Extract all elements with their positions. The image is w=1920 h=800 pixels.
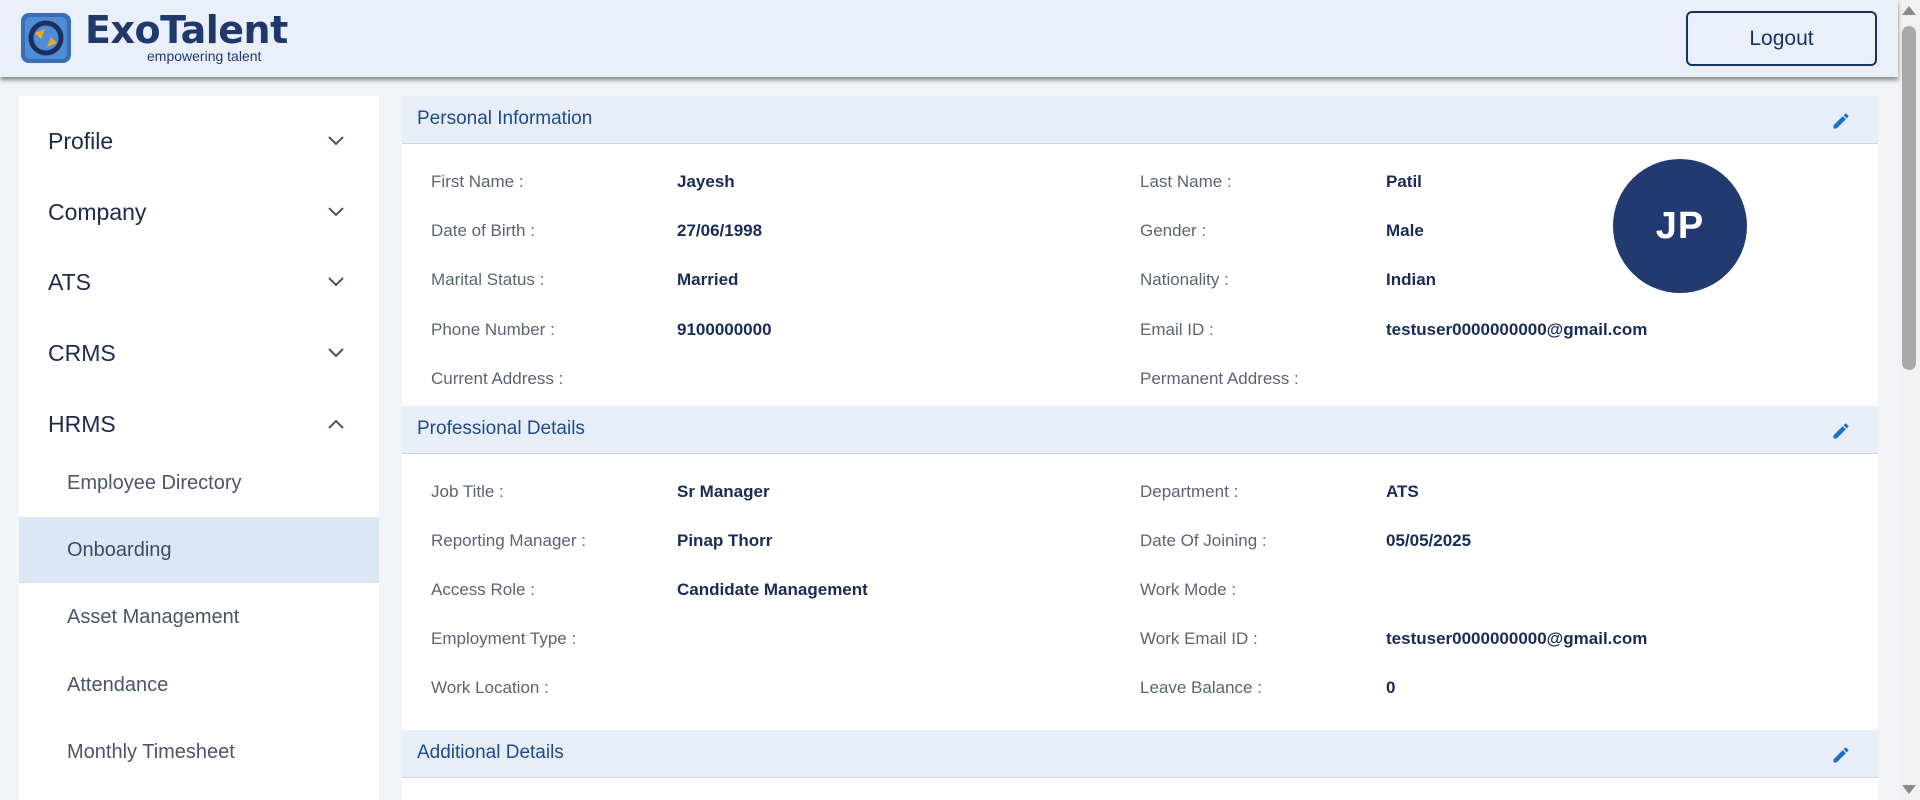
pencil-icon[interactable] (1831, 111, 1851, 131)
pencil-icon[interactable] (1831, 745, 1851, 765)
dob-label: Date of Birth : (431, 221, 535, 240)
email-value: testuser0000000000@gmail.com (1386, 320, 1648, 339)
chevron-down-icon (328, 207, 344, 217)
sidebar-nav: Profile Company ATS CRMS HRMS Employee D… (19, 96, 379, 800)
sidebar-item-profile[interactable]: Profile (19, 111, 379, 171)
dob-value: 27/06/1998 (677, 221, 763, 240)
employment-type-label: Employment Type : (431, 629, 577, 648)
marital-status-label: Marital Status : (431, 270, 545, 289)
leave-balance-value: 0 (1386, 678, 1396, 697)
brand-name: ExoTalent (85, 8, 288, 52)
sidebar-item-company[interactable]: Company (19, 182, 379, 242)
access-role-value: Candidate Management (677, 580, 868, 599)
department-value: ATS (1386, 482, 1419, 501)
sidebar-item-label: CRMS (48, 339, 116, 366)
work-mode-label: Work Mode : (1140, 580, 1237, 599)
work-email-label: Work Email ID : (1140, 629, 1258, 648)
last-name-value: Patil (1386, 172, 1422, 191)
sidebar-item-label: Profile (48, 127, 114, 154)
sidebar-subitem-label: Onboarding (67, 538, 172, 561)
sidebar-subitem-onboarding[interactable]: Onboarding (19, 517, 379, 583)
sidebar-subitem-asset-management[interactable]: Asset Management (19, 584, 379, 650)
first-name-label: First Name : (431, 172, 524, 191)
brand-tagline: empowering talent (147, 48, 262, 64)
page-scrollbar[interactable] (1898, 0, 1920, 800)
date-of-joining-value: 05/05/2025 (1386, 531, 1472, 550)
sidebar-item-label: ATS (48, 268, 92, 295)
brand[interactable]: ExoTalent empowering talent (85, 8, 288, 64)
sidebar-subitem-employee-directory[interactable]: Employee Directory (19, 450, 379, 516)
additional-details-header: Additional Details (402, 730, 1878, 778)
email-label: Email ID : (1140, 320, 1214, 339)
employee-details-panel: Personal Information First Name : Jayesh… (402, 96, 1878, 800)
sidebar-item-ats[interactable]: ATS (19, 252, 379, 312)
scroll-down-arrow-icon[interactable] (1902, 785, 1916, 794)
avatar: JP (1613, 159, 1747, 293)
job-title-value: Sr Manager (677, 482, 770, 501)
scroll-up-arrow-icon[interactable] (1902, 6, 1916, 15)
current-address-label: Current Address : (431, 369, 564, 388)
date-of-joining-label: Date Of Joining : (1140, 531, 1267, 550)
leave-balance-label: Leave Balance : (1140, 678, 1262, 697)
avatar-initials: JP (1655, 204, 1705, 247)
department-label: Department : (1140, 482, 1239, 501)
reporting-manager-value: Pinap Thorr (677, 531, 773, 550)
gender-value: Male (1386, 221, 1424, 240)
job-title-label: Job Title : (431, 482, 504, 501)
chevron-up-icon (328, 419, 344, 429)
chevron-down-icon (328, 277, 344, 287)
gender-label: Gender : (1140, 221, 1207, 240)
marital-status-value: Married (677, 270, 739, 289)
section-title: Professional Details (417, 418, 585, 439)
reporting-manager-label: Reporting Manager : (431, 531, 586, 550)
pencil-icon[interactable] (1831, 421, 1851, 441)
sidebar-subitem-attendance[interactable]: Attendance (19, 652, 379, 718)
scroll-thumb[interactable] (1902, 26, 1916, 370)
nationality-value: Indian (1386, 270, 1437, 289)
chevron-down-icon (328, 136, 344, 146)
phone-value: 9100000000 (677, 320, 772, 339)
work-location-label: Work Location : (431, 678, 549, 697)
first-name-value: Jayesh (677, 172, 735, 191)
exotalent-logo-icon (21, 13, 71, 63)
section-title: Additional Details (417, 742, 564, 763)
chevron-down-icon (328, 348, 344, 358)
sidebar-item-crms[interactable]: CRMS (19, 323, 379, 383)
top-header: ExoTalent empowering talent Logout (0, 0, 1898, 77)
work-email-value: testuser0000000000@gmail.com (1386, 629, 1648, 648)
section-title: Personal Information (417, 108, 593, 129)
sidebar-subitem-label: Monthly Timesheet (67, 740, 235, 763)
last-name-label: Last Name : (1140, 172, 1232, 191)
permanent-address-label: Permanent Address : (1140, 369, 1299, 388)
sidebar-item-hrms[interactable]: HRMS (19, 394, 379, 454)
sidebar-item-label: Company (48, 198, 147, 225)
sidebar-subitem-label: Asset Management (67, 605, 240, 628)
logout-button[interactable]: Logout (1686, 11, 1877, 66)
sidebar-subitem-monthly-timesheet[interactable]: Monthly Timesheet (19, 719, 379, 785)
nationality-label: Nationality : (1140, 270, 1229, 289)
sidebar-subitem-label: Employee Directory (67, 471, 242, 494)
sidebar-item-label: HRMS (48, 410, 116, 437)
personal-info-header: Personal Information (402, 96, 1878, 144)
access-role-label: Access Role : (431, 580, 535, 599)
professional-details-header: Professional Details (402, 406, 1878, 454)
sidebar-subitem-label: Attendance (67, 673, 169, 696)
phone-label: Phone Number : (431, 320, 555, 339)
